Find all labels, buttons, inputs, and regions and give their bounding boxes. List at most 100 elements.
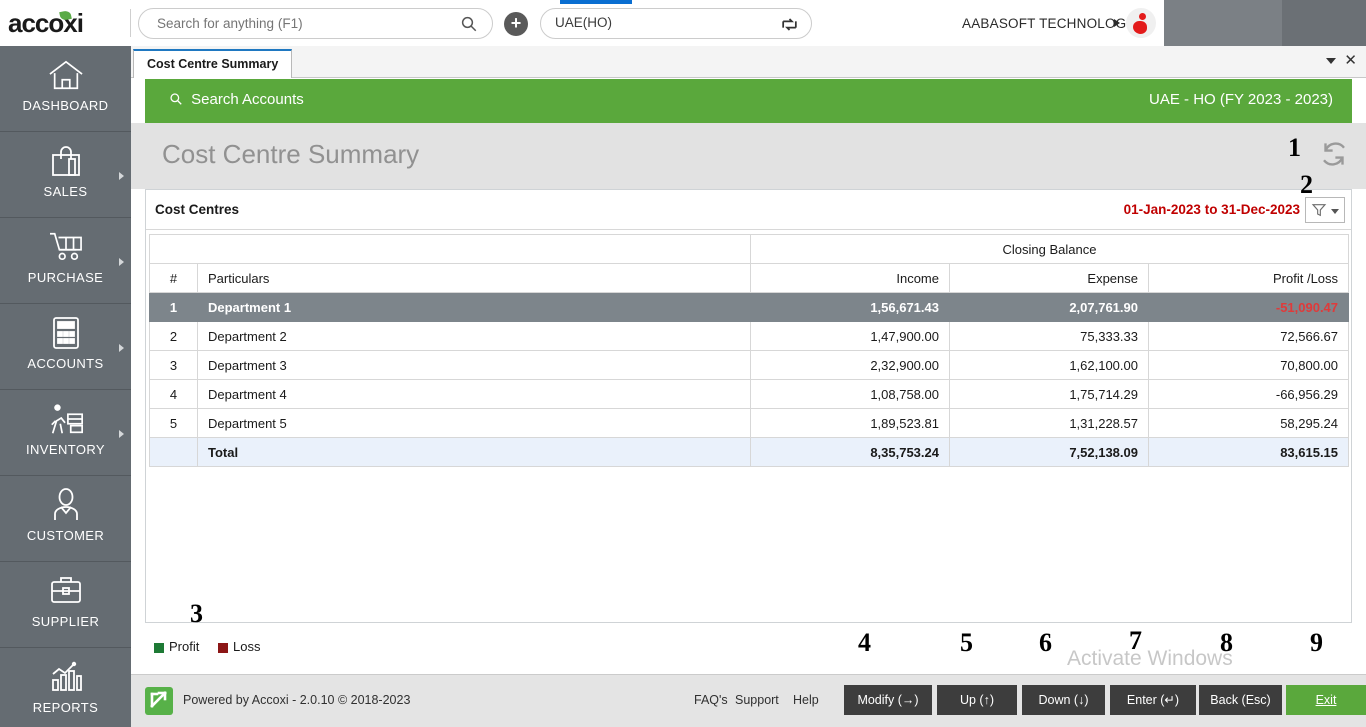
sidebar-label: REPORTS [32, 700, 99, 715]
table-header-row: # Particulars Income Expense Profit /Los… [149, 263, 1350, 293]
cell-profit-loss: 58,295.24 [1147, 408, 1350, 438]
cell-profit-loss: 72,566.67 [1147, 321, 1350, 351]
logo-text: accoxi [8, 8, 84, 38]
accoxi-logo-mark [145, 687, 173, 715]
modify-button[interactable]: Modify (→) [844, 685, 932, 715]
fiscal-context-label: UAE - HO (FY 2023 - 2023) [1149, 91, 1333, 108]
app-logo: accoxi [8, 8, 126, 38]
enter-button[interactable]: Enter (↵) [1110, 685, 1196, 715]
cell-income: 1,56,671.43 [750, 292, 950, 322]
back-button[interactable]: Back (Esc) [1199, 685, 1282, 715]
sidebar-label: INVENTORY [26, 442, 105, 457]
sidebar-item-dashboard[interactable]: DASHBOARD [0, 46, 131, 132]
cell-index: 1 [149, 292, 198, 322]
table-row[interactable]: 5 Department 5 1,89,523.81 1,31,228.57 5… [149, 408, 1350, 438]
sidebar-item-customer[interactable]: CUSTOMER [0, 476, 131, 562]
close-tab-icon[interactable]: ✕ [1344, 53, 1357, 69]
down-button[interactable]: Down (↓) [1022, 685, 1105, 715]
cell-particulars: Department 4 [197, 379, 751, 409]
top-bar: accoxi + UAE(HO) AABASOFT TECHNOLOGIES [0, 0, 1366, 46]
tab-cost-centre-summary[interactable]: Cost Centre Summary [133, 49, 293, 78]
sidebar-label: CUSTOMER [26, 528, 105, 543]
support-link[interactable]: Support [735, 693, 779, 707]
annotation-3: 3 [190, 599, 203, 628]
cell-expense: 1,75,714.29 [949, 379, 1149, 409]
table-row[interactable]: 2 Department 2 1,47,900.00 75,333.33 72,… [149, 321, 1350, 351]
sidebar-item-sales[interactable]: SALES [0, 132, 131, 218]
cell-profit-loss: 70,800.00 [1147, 350, 1350, 380]
annotation-1: 1 [1288, 133, 1301, 162]
annotation-6: 6 [1039, 628, 1052, 657]
global-search[interactable] [138, 8, 493, 39]
column-particulars[interactable]: Particulars [197, 263, 751, 293]
group-closing-balance: Closing Balance [749, 234, 1350, 264]
column-profit-loss[interactable]: Profit /Loss [1147, 263, 1350, 293]
shopping-bag-icon [0, 144, 131, 178]
column-index[interactable]: # [149, 263, 198, 293]
search-input[interactable] [157, 9, 447, 38]
exit-label: Exit [1315, 693, 1337, 707]
search-accounts-button[interactable]: Search Accounts [169, 91, 304, 108]
cell-index [149, 437, 198, 467]
annotation-7: 7 [1129, 626, 1142, 655]
sidebar-item-reports[interactable]: REPORTS [0, 648, 131, 727]
column-expense[interactable]: Expense [949, 263, 1149, 293]
page-title: Cost Centre Summary [162, 139, 420, 169]
avatar-dot-top [1139, 13, 1146, 20]
logo-divider [130, 9, 131, 37]
footer-bar: Powered by Accoxi - 2.0.10 © 2018-2023 F… [131, 674, 1366, 727]
filter-button[interactable] [1305, 197, 1345, 223]
table-row[interactable]: 3 Department 3 2,32,900.00 1,62,100.00 7… [149, 350, 1350, 380]
sidebar-item-supplier[interactable]: SUPPLIER [0, 562, 131, 648]
funnel-icon [1311, 204, 1327, 217]
briefcase-icon [0, 574, 131, 608]
cell-profit-loss: -66,956.29 [1147, 379, 1350, 409]
refresh-icon[interactable] [1319, 139, 1349, 169]
search-accounts-label: Search Accounts [191, 91, 304, 108]
sidebar-label: DASHBOARD [22, 98, 109, 113]
column-income[interactable]: Income [750, 263, 950, 293]
branch-value: UAE(HO) [555, 15, 612, 30]
person-icon [0, 488, 131, 522]
home-icon [0, 58, 131, 92]
company-name[interactable]: AABASOFT TECHNOLOGIES [962, 16, 1149, 31]
annotation-8: 8 [1220, 628, 1233, 657]
search-icon[interactable] [460, 15, 478, 33]
toolbar-icon-group: 8 [1164, 0, 1282, 46]
cell-index: 2 [149, 321, 198, 351]
annotation-5: 5 [960, 628, 973, 657]
help-link[interactable]: Help [793, 693, 819, 707]
group-blank-cell [149, 234, 751, 264]
cell-income: 1,89,523.81 [750, 408, 950, 438]
faq-link[interactable]: FAQ's [694, 693, 728, 707]
cell-expense: 7,52,138.09 [949, 437, 1149, 467]
add-new-button[interactable]: + [504, 12, 528, 36]
cell-particulars: Department 5 [197, 408, 751, 438]
swap-branch-icon[interactable] [780, 15, 799, 34]
sidebar-label: ACCOUNTS [27, 356, 104, 371]
date-range-label: 01-Jan-2023 to 31-Dec-2023 [1123, 202, 1300, 217]
exit-button[interactable]: Exit [1286, 685, 1366, 715]
chevron-down-icon [1331, 209, 1339, 214]
branch-selector[interactable]: UAE(HO) [540, 8, 812, 39]
table-row[interactable]: 4 Department 4 1,08,758.00 1,75,714.29 -… [149, 379, 1350, 409]
chevron-right-icon [119, 172, 124, 180]
cell-expense: 1,62,100.00 [949, 350, 1149, 380]
sidebar-item-purchase[interactable]: PURCHASE [0, 218, 131, 304]
sidebar: DASHBOARD SALES PURCHASE ACCOUNTS INVENT… [0, 46, 131, 727]
chevron-down-icon[interactable] [1326, 58, 1336, 64]
profit-swatch [154, 643, 164, 653]
sidebar-item-accounts[interactable]: ACCOUNTS [0, 304, 131, 390]
card-title: Cost Centres [155, 202, 240, 217]
avatar[interactable] [1126, 8, 1156, 38]
bar-chart-icon [0, 660, 131, 694]
up-button[interactable]: Up (↑) [937, 685, 1017, 715]
window-controls [1282, 0, 1366, 46]
avatar-dot-bottom [1133, 21, 1147, 34]
cell-index: 3 [149, 350, 198, 380]
window-accent-bar [560, 0, 632, 4]
sidebar-item-inventory[interactable]: INVENTORY [0, 390, 131, 476]
chevron-right-icon[interactable] [1114, 19, 1120, 27]
cell-particulars: Department 1 [197, 292, 751, 322]
table-row[interactable]: 1 Department 1 1,56,671.43 2,07,761.90 -… [149, 292, 1350, 322]
